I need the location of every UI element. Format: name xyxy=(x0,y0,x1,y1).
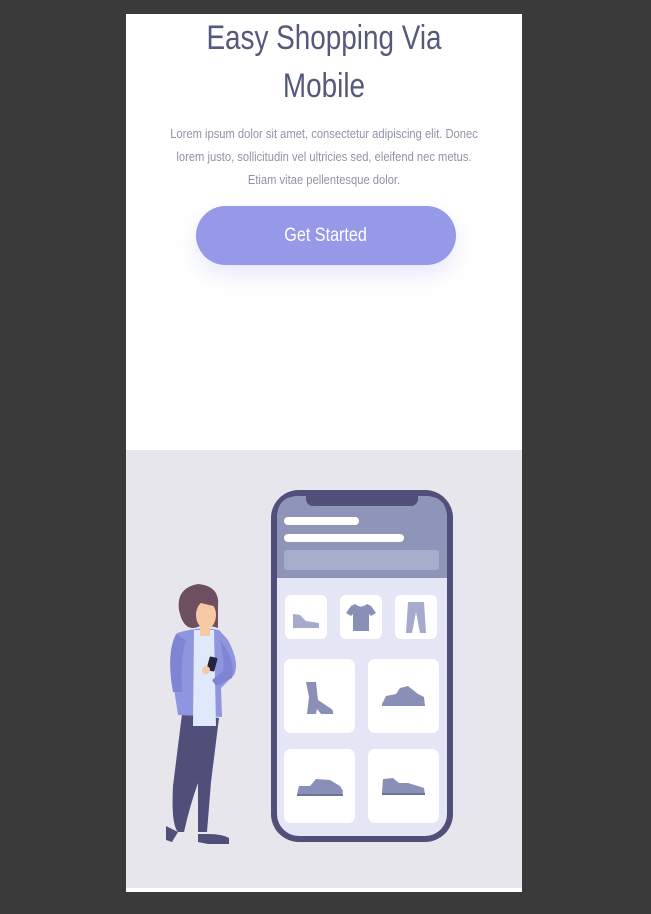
illustration-svg xyxy=(166,490,453,844)
shopper-shoe-right xyxy=(198,834,229,844)
bottom-strip xyxy=(126,888,522,892)
product-tile-pants xyxy=(395,595,437,639)
title-line-2: Mobile xyxy=(282,67,366,105)
phone-illustration xyxy=(271,490,453,842)
shopper-hand xyxy=(202,666,210,674)
header-line-short xyxy=(284,517,359,525)
hero-description: Lorem ipsum dolor sit amet, consectetur … xyxy=(169,122,479,191)
shopper-shirt xyxy=(193,630,216,726)
landing-page: Easy Shopping Via Mobile Lorem ipsum dol… xyxy=(126,14,522,892)
title-line-1: Easy Shopping Via xyxy=(206,19,442,57)
description-line-3: Etiam vitae pellentesque dolor. xyxy=(247,172,401,187)
phone-notch xyxy=(306,490,418,506)
product-tile-boot xyxy=(284,659,355,733)
description-line-2: lorem justo, sollicitudin vel ultricies … xyxy=(176,149,472,164)
product-tile-shoe xyxy=(285,595,327,639)
get-started-button[interactable]: Get Started xyxy=(196,206,456,265)
search-bar xyxy=(284,550,439,570)
description-line-1: Lorem ipsum dolor sit amet, consectetur … xyxy=(170,126,478,141)
header-line-long xyxy=(284,534,404,542)
shopping-illustration xyxy=(126,450,522,888)
shopper-legs xyxy=(172,714,219,832)
get-started-label: Get Started xyxy=(284,224,368,246)
page-title: Easy Shopping Via Mobile xyxy=(162,14,487,110)
shopper-figure xyxy=(166,584,236,844)
